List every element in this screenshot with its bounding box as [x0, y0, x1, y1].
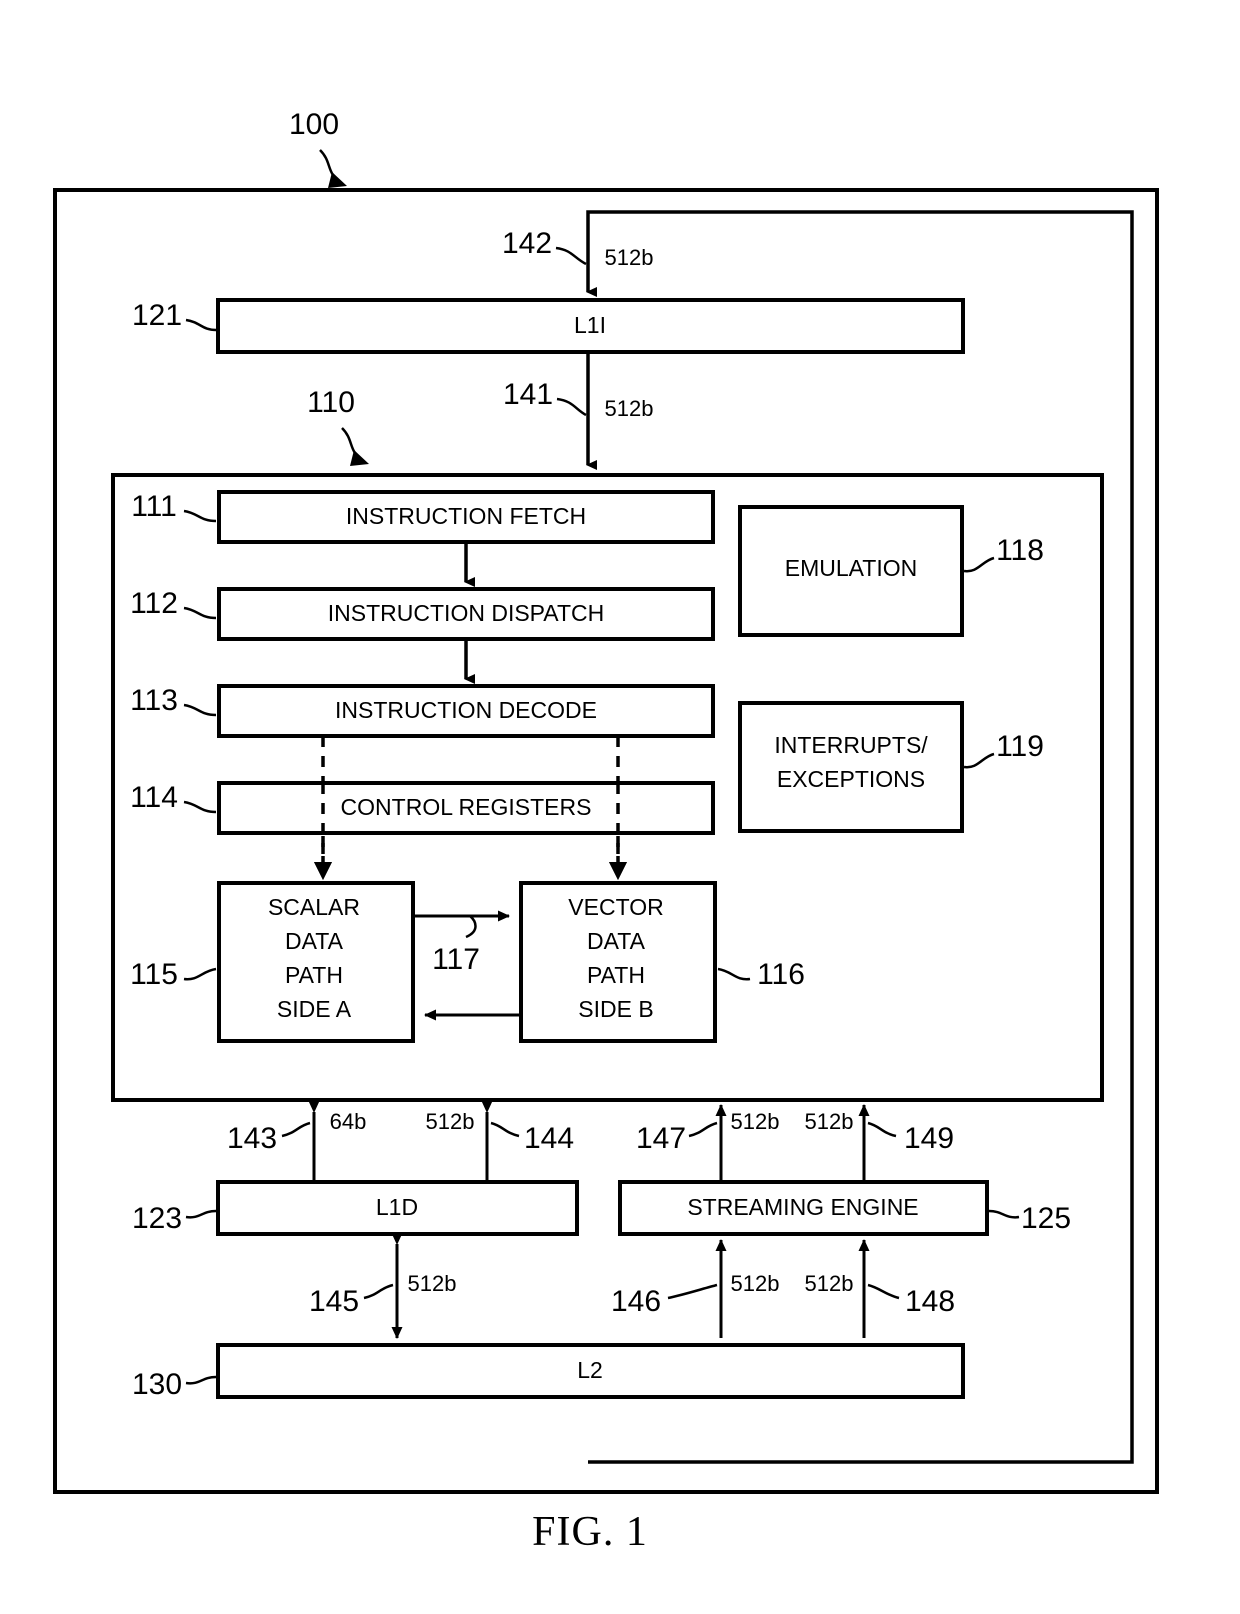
leader-123 [185, 1209, 217, 1219]
block-instruction-dispatch-label: INSTRUCTION DISPATCH [328, 600, 604, 626]
ref-label-116: 116 [757, 958, 805, 991]
leader-114 [183, 800, 217, 814]
leader-113 [183, 703, 217, 717]
leader-149 [867, 1121, 897, 1138]
block-instruction-fetch-label: INSTRUCTION FETCH [346, 503, 586, 529]
ref-label-141: 141 [503, 378, 553, 411]
leader-110-arrowhead [350, 450, 369, 466]
leader-144 [490, 1121, 520, 1138]
leader-142 [555, 246, 587, 266]
ref-label-142: 142 [502, 227, 552, 260]
block-vector-line-1: VECTOR [568, 894, 663, 920]
leader-146 [667, 1283, 718, 1300]
ref-label-114: 114 [130, 781, 178, 814]
ref-label-148: 148 [905, 1285, 955, 1318]
control-line-vector-arrowhead-2 [609, 862, 627, 880]
system-boundary [53, 188, 1159, 1494]
bus-142-path [586, 210, 1134, 1464]
leader-130 [185, 1375, 217, 1385]
control-line-scalar-arrowhead-2 [314, 862, 332, 880]
block-emulation-label: EMULATION [785, 555, 917, 581]
ref-label-100: 100 [289, 108, 339, 141]
block-control-registers-label: CONTROL REGISTERS [341, 794, 592, 820]
ref-label-123: 123 [132, 1202, 182, 1235]
ref-label-130: 130 [132, 1368, 182, 1401]
block-interrupts-line-2: EXCEPTIONS [777, 766, 925, 792]
ref-label-111: 111 [131, 490, 177, 523]
bus-145-width: 512b [408, 1271, 457, 1296]
bus-143-width: 64b [330, 1109, 367, 1134]
ref-label-119: 119 [996, 730, 1044, 763]
ref-label-147: 147 [636, 1122, 686, 1155]
leader-145 [363, 1283, 394, 1300]
ref-label-110: 110 [307, 386, 355, 419]
ref-label-113: 113 [130, 684, 178, 717]
block-scalar-line-3: PATH [285, 962, 343, 988]
block-streaming-engine-label: STREAMING ENGINE [687, 1194, 918, 1220]
ref-label-145: 145 [309, 1285, 359, 1318]
leader-117 [465, 915, 477, 939]
ref-label-118: 118 [996, 534, 1044, 567]
bus-142-width: 512b [605, 245, 654, 270]
leader-112 [183, 606, 217, 620]
block-vector-line-4: SIDE B [578, 996, 653, 1022]
patent-figure-page: 100 142 512b L1I 121 141 512b 110 INSTRU… [0, 0, 1240, 1614]
ref-label-121: 121 [132, 299, 182, 332]
block-scalar-line-1: SCALAR [268, 894, 360, 920]
bus-141-width: 512b [605, 396, 654, 421]
ref-label-117: 117 [432, 943, 480, 976]
ref-label-146: 146 [611, 1285, 661, 1318]
block-vector-line-2: DATA [587, 928, 646, 954]
ref-label-149: 149 [904, 1122, 954, 1155]
leader-147 [688, 1121, 718, 1138]
leader-119 [963, 752, 995, 769]
leader-115 [183, 967, 217, 981]
block-l2-label: L2 [577, 1357, 603, 1383]
leader-141 [556, 397, 587, 417]
block-l1i-label: L1I [574, 312, 606, 338]
block-interrupts-line-1: INTERRUPTS/ [774, 732, 928, 758]
figure-caption: FIG. 1 [532, 1509, 648, 1555]
block-scalar-line-4: SIDE A [277, 996, 352, 1022]
ref-label-115: 115 [130, 958, 178, 991]
figure-canvas: 100 142 512b L1I 121 141 512b 110 INSTRU… [53, 108, 1159, 1555]
leader-118 [963, 556, 995, 573]
ref-label-143: 143 [227, 1122, 277, 1155]
bus-149-width: 512b [805, 1109, 854, 1134]
ref-label-125: 125 [1021, 1202, 1071, 1235]
block-vector-line-3: PATH [587, 962, 645, 988]
bus-144-width: 512b [426, 1109, 475, 1134]
ref-label-144: 144 [524, 1122, 574, 1155]
ref-label-112: 112 [130, 587, 178, 620]
leader-121 [185, 318, 217, 332]
bus-146-width: 512b [731, 1271, 780, 1296]
block-l1d-label: L1D [376, 1194, 418, 1220]
leader-111 [183, 509, 217, 523]
block-instruction-decode-label: INSTRUCTION DECODE [335, 697, 597, 723]
bus-148-width: 512b [805, 1271, 854, 1296]
leader-100-arrowhead [328, 172, 347, 188]
block-scalar-line-2: DATA [285, 928, 344, 954]
leader-116 [717, 967, 751, 981]
leader-143 [281, 1121, 311, 1138]
leader-125 [988, 1209, 1020, 1219]
bus-147-width: 512b [731, 1109, 780, 1134]
leader-148 [867, 1283, 900, 1300]
